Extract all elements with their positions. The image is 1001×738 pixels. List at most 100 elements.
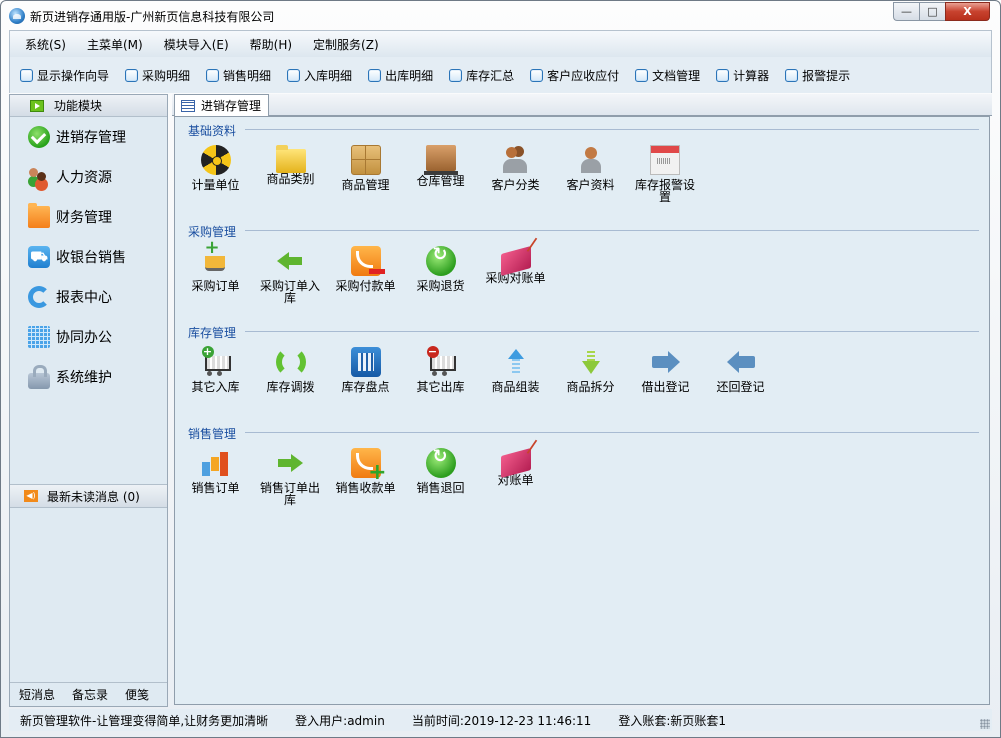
arrow-down-icon [576, 347, 606, 377]
checkbox[interactable] [530, 68, 544, 82]
maximize-icon: □ [927, 5, 938, 18]
tile-customer-info[interactable]: 客户资料 [553, 145, 628, 191]
tile-lend-register[interactable]: 借出登记 [628, 347, 703, 393]
sidebar-header: 功能模块 [10, 95, 167, 117]
sidebar-item-inventory[interactable]: 进销存管理 [10, 117, 167, 157]
short-message-link[interactable]: 短消息 [19, 686, 55, 703]
tile-customer-category[interactable]: 客户分类 [478, 145, 553, 191]
menu-system[interactable]: 系统(S) [25, 36, 66, 53]
toggle-stock-summary[interactable]: 库存汇总 [449, 67, 514, 84]
checkbox[interactable] [206, 68, 220, 82]
checkbox-label: 计算器 [733, 68, 770, 83]
tile-label: 库存盘点 [341, 380, 390, 394]
speaker-icon: ◀) [24, 490, 38, 502]
toggle-alarm-prompt[interactable]: 报警提示 [785, 67, 850, 84]
toggle-document-management[interactable]: 文档管理 [635, 67, 700, 84]
group-title-basic-data: 基础资料 [188, 124, 237, 138]
resize-grip[interactable] [980, 719, 990, 729]
maximize-button[interactable]: □ [919, 2, 945, 21]
tile-label: 采购对账单 [485, 271, 546, 285]
arrow-up-icon [501, 347, 531, 377]
status-account: 登入账套:新页账套1 [618, 713, 726, 728]
tile-product-category[interactable]: 商品类别 [253, 145, 328, 185]
tile-sales-order-outbound[interactable]: 销售订单出库 [256, 448, 324, 506]
tile-purchase-statement[interactable]: 采购对账单 [478, 245, 553, 285]
tile-label: 借出登记 [641, 380, 690, 394]
group-title-inventory: 库存管理 [188, 326, 237, 340]
tile-label: 销售订单出库 [259, 481, 320, 507]
toggle-receivables-payables[interactable]: 客户应收应付 [530, 67, 619, 84]
toggle-inbound-detail[interactable]: 入库明细 [287, 67, 352, 84]
close-button[interactable]: X [945, 2, 990, 21]
sidebar-item-cashier[interactable]: ⛟ 收银台销售 [10, 237, 167, 277]
sidebar-item-maintenance[interactable]: 系统维护 [10, 357, 167, 397]
tile-sales-order[interactable]: 销售订单 [178, 448, 253, 494]
status-slogan: 新页管理软件-让管理变得简单,让财务更加清晰 [20, 713, 269, 728]
tab-inventory-management[interactable]: 进销存管理 [174, 94, 269, 116]
tile-label: 商品管理 [341, 178, 390, 192]
toggle-calculator[interactable]: 计算器 [716, 67, 769, 84]
sidebar-item-finance[interactable]: 财务管理 [10, 197, 167, 237]
tile-other-outbound[interactable]: − 其它出库 [403, 346, 478, 394]
list-icon [181, 99, 195, 112]
tile-purchase-order[interactable]: 采购订单 [178, 242, 253, 293]
tile-return-register[interactable]: 还回登记 [703, 347, 778, 393]
sidebar-item-label: 进销存管理 [56, 130, 126, 146]
checkbox[interactable] [449, 68, 463, 82]
minimize-icon: — [901, 5, 912, 18]
menu-module-import[interactable]: 模块导入(E) [164, 36, 229, 53]
tile-product-assembly[interactable]: 商品组装 [478, 347, 553, 393]
toggle-purchase-detail[interactable]: 采购明细 [125, 67, 190, 84]
toggle-outbound-detail[interactable]: 出库明细 [368, 67, 433, 84]
rss-plus-icon [350, 448, 387, 484]
notes-link[interactable]: 便笺 [125, 686, 149, 703]
checkbox[interactable] [368, 68, 382, 82]
tile-product-management[interactable]: 商品管理 [328, 145, 403, 191]
group-divider [245, 129, 979, 130]
calculator-icon [350, 347, 381, 377]
checkbox[interactable] [635, 68, 649, 82]
tile-other-inbound[interactable]: + 其它入库 [178, 346, 253, 394]
tile-purchase-return[interactable]: 采购退货 [403, 246, 478, 292]
status-bar: 新页管理软件-让管理变得简单,让财务更加清晰 登入用户:admin 当前时间:2… [9, 709, 992, 731]
checkbox[interactable] [785, 68, 799, 82]
sidebar-item-office[interactable]: 协同办公 [10, 317, 167, 357]
calendar-icon [28, 326, 50, 348]
tile-unit[interactable]: 计量单位 [178, 145, 253, 191]
radiation-icon [200, 145, 231, 175]
toggle-operation-guide[interactable]: 显示操作向导 [20, 67, 109, 84]
tile-statement[interactable]: 对账单 [478, 447, 553, 486]
tile-label: 采购退货 [416, 279, 465, 293]
folder-icon [28, 203, 50, 228]
tile-sales-return[interactable]: 销售退回 [403, 448, 478, 494]
tile-stock-alarm-settings[interactable]: 库存报警设置 [631, 145, 699, 203]
menu-custom-service[interactable]: 定制服务(Z) [313, 36, 379, 53]
sidebar-item-reports[interactable]: 报表中心 [10, 277, 167, 317]
tile-product-split[interactable]: 商品拆分 [553, 347, 628, 393]
memo-link[interactable]: 备忘录 [72, 686, 108, 703]
tile-purchase-order-inbound[interactable]: 采购订单入库 [256, 246, 324, 304]
checkbox[interactable] [20, 68, 33, 82]
tile-stock-transfer[interactable]: 库存调拨 [253, 347, 328, 393]
menu-main[interactable]: 主菜单(M) [87, 36, 143, 53]
menu-help[interactable]: 帮助(H) [250, 36, 292, 53]
unread-messages-bar[interactable]: ◀) 最新未读消息 (0) [10, 484, 167, 508]
tile-label: 商品组装 [491, 380, 540, 394]
box-icon [350, 145, 381, 175]
tile-label: 其它入库 [191, 380, 240, 394]
tile-stocktaking[interactable]: 库存盘点 [328, 347, 403, 393]
sidebar-item-hr[interactable]: 人力资源 [10, 157, 167, 197]
tile-label: 仓库管理 [416, 174, 465, 188]
tile-sales-receipt[interactable]: 销售收款单 [328, 448, 403, 494]
checkbox[interactable] [287, 68, 301, 82]
checkbox[interactable] [716, 68, 730, 82]
toggle-sales-detail[interactable]: 销售明细 [206, 67, 271, 84]
tile-label: 采购订单 [191, 279, 240, 293]
checkbox[interactable] [125, 68, 139, 82]
checkbox-label: 报警提示 [802, 68, 851, 83]
tile-label: 计量单位 [191, 178, 240, 192]
cart-add-icon [201, 242, 231, 276]
tile-warehouse[interactable]: 仓库管理 [403, 145, 478, 187]
minimize-button[interactable]: — [893, 2, 919, 21]
tile-purchase-payment[interactable]: 采购付款单 [328, 246, 403, 292]
